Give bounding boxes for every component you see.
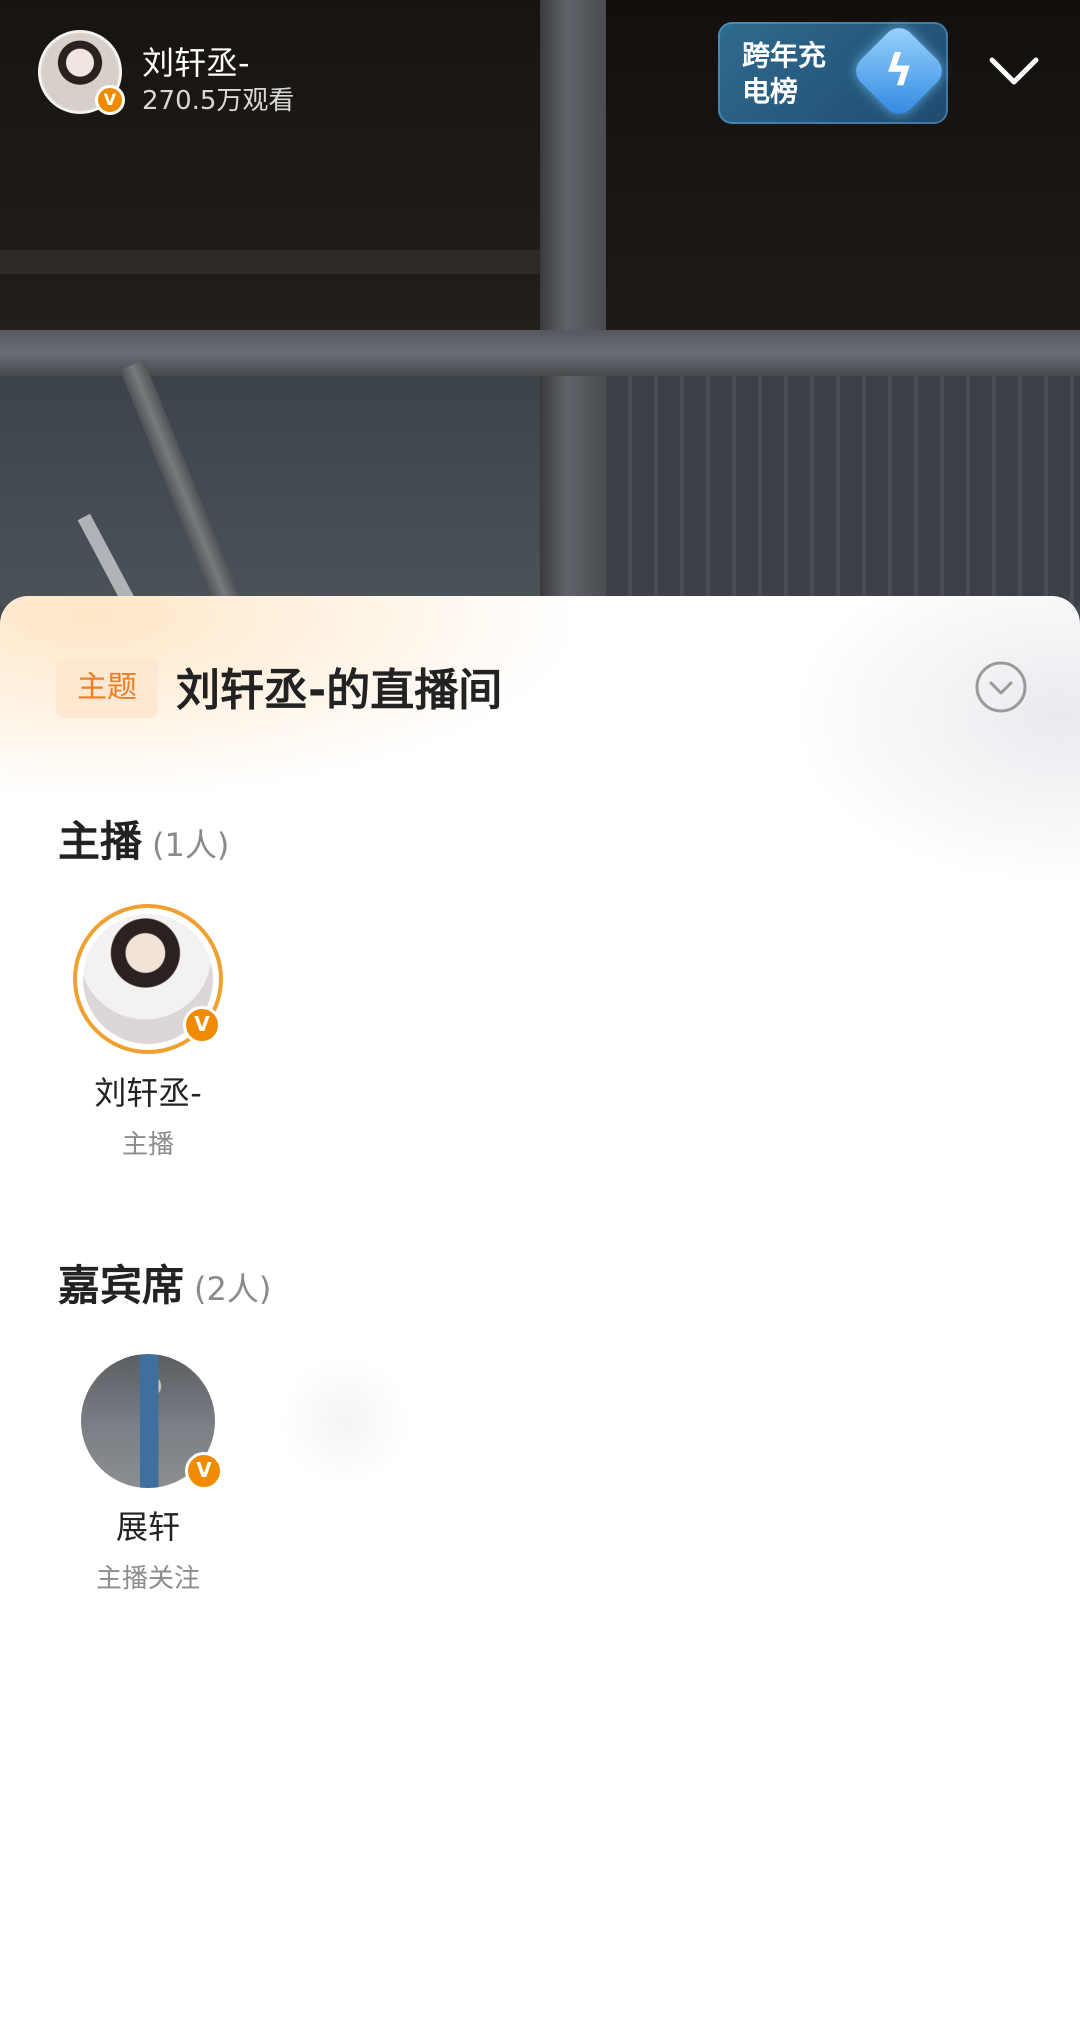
host-name[interactable]: 刘轩丞- [142,38,250,84]
member-role: 主播 [121,1130,174,1160]
member-role: 主播关注 [95,1564,200,1594]
hosts-section-title: 主播 (1人) [58,808,229,869]
member-avatar[interactable]: V [73,904,223,1054]
guests-section-title: 嘉宾席 (2人) [58,1252,271,1313]
guests-section-label: 嘉宾席 [58,1261,185,1310]
hidden-guest-avatar [280,1356,410,1486]
live-room-info-sheet: 主题 刘轩丞-的直播间 主播 (1人) V 刘轩丞- 主播 嘉宾席 (2人) V 展… [0,596,1080,2044]
lightning-bolt-icon: ϟ [849,21,949,121]
guests-count: (2人) [194,1270,272,1308]
chevron-down-icon[interactable] [986,44,1042,100]
verified-badge-icon: V [95,85,125,115]
member-name: 刘轩丞- [94,1074,202,1112]
live-top-bar: V 刘轩丞- 270.5万观看 跨年充电榜 ϟ [0,0,1080,140]
rank-badge-label: 跨年充电榜 [742,39,827,108]
host-member-card[interactable]: V 刘轩丞- 主播 [58,904,238,1161]
verified-badge-icon: V [183,1006,221,1044]
hosts-count: (1人) [152,826,230,864]
member-avatar[interactable]: V [81,1354,223,1490]
circle-chevron-down-icon[interactable] [974,660,1028,714]
member-name: 展轩 [115,1508,180,1546]
verified-badge-icon: V [185,1452,223,1490]
new-year-charge-rank-button[interactable]: 跨年充电榜 ϟ [718,21,949,124]
room-title: 刘轩丞-的直播间 [176,665,503,716]
hosts-section-label: 主播 [58,817,143,866]
topic-tag: 主题 [56,658,158,718]
guest-member-card[interactable]: V 展轩 主播关注 [58,1354,238,1595]
host-avatar[interactable]: V [38,30,125,115]
viewer-count: 270.5万观看 [142,86,295,116]
